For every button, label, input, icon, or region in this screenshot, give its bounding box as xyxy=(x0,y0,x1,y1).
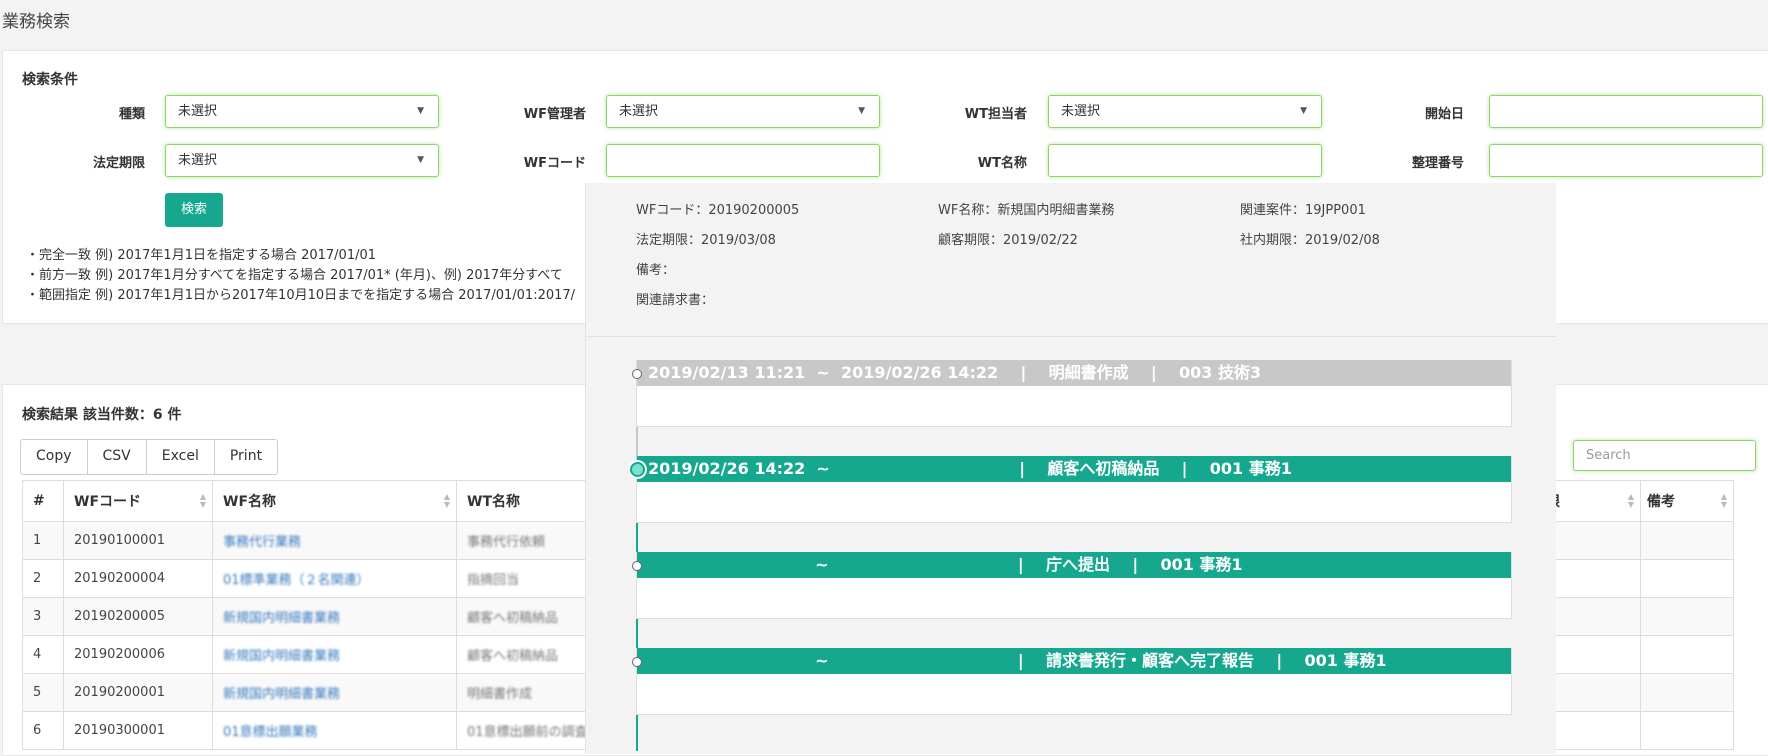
popup-related-invoice: 関連請求書： xyxy=(636,293,715,308)
wf-name-link[interactable]: 新規国内明細書業務 xyxy=(223,687,340,702)
timeline-item-header: ~ | 請求書発行・顧客へ完了報告 | 001 事務1 xyxy=(637,648,1511,674)
timeline-item-header: ~ | 庁へ提出 | 001 事務1 xyxy=(637,552,1511,578)
wf-name-link[interactable]: 事務代行業務 xyxy=(223,535,301,550)
table-search-input[interactable]: Search xyxy=(1573,440,1756,471)
popup-related-case: 関連案件：19JPP001 xyxy=(1240,203,1366,218)
page-title: 業務検索 xyxy=(2,12,70,32)
wf-name-link[interactable]: 新規国内明細書業務 xyxy=(223,649,340,664)
col-header-remarks[interactable]: 備考 ▲ ▼ xyxy=(1640,480,1734,522)
hint-exact: ・完全一致 例) 2017年1月1日を指定する場合 2017/01/01 xyxy=(26,248,377,263)
popup-wf-code: WFコード：20190200005 xyxy=(636,203,800,218)
table-row[interactable]: 6 20190300001 01意標出願業務 01意標出願前の調査 xyxy=(22,711,618,750)
table-row[interactable]: 5 20190200001 新規国内明細書業務 明細書作成 xyxy=(22,673,618,712)
table-row[interactable]: 1 20190100001 事務代行業務 事務代行依頼 xyxy=(22,521,618,560)
timeline-item[interactable]: ~ | 請求書発行・顧客へ完了報告 | 001 事務1 xyxy=(632,648,1512,715)
wf-name-link[interactable]: 01意標出願業務 xyxy=(223,725,318,740)
results-title: 検索結果 該当件数：6 件 xyxy=(22,407,182,423)
search-button[interactable]: 検索 xyxy=(165,193,223,227)
csv-button[interactable]: CSV xyxy=(88,440,147,474)
table-row xyxy=(1525,597,1734,636)
table-row xyxy=(1525,521,1734,560)
sort-icon: ▲ ▼ xyxy=(199,492,206,509)
popup-internal-deadline: 社内期限：2019/02/08 xyxy=(1240,233,1380,248)
sort-icon: ▲ ▼ xyxy=(1627,492,1634,509)
table-row xyxy=(1525,635,1734,674)
table-row xyxy=(1525,711,1734,750)
copy-button[interactable]: Copy xyxy=(21,440,88,474)
ref-number-label: 整理番号 xyxy=(1411,156,1464,171)
wt-assignee-label: WT担当者 xyxy=(964,107,1027,122)
timeline-active-dot-icon xyxy=(630,462,645,477)
divider xyxy=(586,336,1556,337)
timeline-dot-icon xyxy=(632,657,642,667)
timeline-item-header: 2019/02/26 14:22 ~ | 顧客へ初稿納品 | 001 事務1 xyxy=(637,456,1511,482)
sort-icon: ▲ ▼ xyxy=(1720,492,1727,509)
col-header-wf-name[interactable]: WF名称 ▲ ▼ xyxy=(212,480,457,522)
timeline-item-header: 2019/02/13 11:21 ~ 2019/02/26 14:22 | 明細… xyxy=(637,360,1511,386)
timeline-dot-icon xyxy=(632,561,642,571)
col-header-no[interactable]: # xyxy=(22,480,64,522)
ref-number-input[interactable] xyxy=(1489,144,1763,177)
type-select[interactable]: 未選択 ▼ xyxy=(165,95,439,128)
hint-prefix: ・前方一致 例) 2017年1月分すべてを指定する場合 2017/01* (年月… xyxy=(26,268,563,283)
wf-name-link[interactable]: 新規国内明細書業務 xyxy=(223,611,340,626)
table-row xyxy=(1525,673,1734,712)
dropdown-arrow-icon: ▼ xyxy=(417,106,424,116)
start-date-input[interactable] xyxy=(1489,95,1763,128)
wf-manager-label: WF管理者 xyxy=(523,107,586,122)
dropdown-arrow-icon: ▼ xyxy=(417,155,424,165)
popup-customer-deadline: 顧客期限：2019/02/22 xyxy=(938,233,1078,248)
wf-code-label: WFコード xyxy=(523,156,586,171)
hint-range: ・範囲指定 例) 2017年1月1日から2017年10月10日までを指定する場合… xyxy=(26,288,576,303)
excel-button[interactable]: Excel xyxy=(147,440,215,474)
dropdown-arrow-icon: ▼ xyxy=(1300,106,1307,116)
wf-code-input[interactable] xyxy=(606,144,880,177)
dropdown-arrow-icon: ▼ xyxy=(858,106,865,116)
results-table-right-columns: 期限▲▼ 備考▲▼ xyxy=(1525,480,1734,750)
legal-deadline-select[interactable]: 未選択 ▼ xyxy=(165,144,439,177)
table-row xyxy=(1525,559,1734,598)
table-row[interactable]: 2 20190200004 01標準業務（２名関連） 指摘回当 xyxy=(22,559,618,598)
timeline-dot-icon xyxy=(632,369,642,379)
wt-name-input[interactable] xyxy=(1048,144,1322,177)
wt-assignee-select[interactable]: 未選択 ▼ xyxy=(1048,95,1322,128)
table-row[interactable]: 4 20190200006 新規国内明細書業務 顧客へ初稿納品 xyxy=(22,635,618,674)
timeline-item[interactable]: ~ | 庁へ提出 | 001 事務1 xyxy=(632,552,1512,619)
col-header-wf-code[interactable]: WFコード ▲ ▼ xyxy=(63,480,213,522)
wf-manager-select[interactable]: 未選択 ▼ xyxy=(606,95,880,128)
wf-name-link[interactable]: 01標準業務（２名関連） xyxy=(223,573,370,588)
print-button[interactable]: Print xyxy=(215,440,277,474)
popup-legal-deadline: 法定期限：2019/03/08 xyxy=(636,233,776,248)
search-conditions-title: 検索条件 xyxy=(22,72,78,88)
start-date-label: 開始日 xyxy=(1424,107,1464,122)
table-header-row: # WFコード ▲ ▼ WF名称 ▲ ▼ WT名称 xyxy=(22,480,618,522)
workflow-detail-popup: WFコード：20190200005 WF名称：新規国内明細書業務 関連案件：19… xyxy=(585,183,1556,754)
popup-wf-name: WF名称：新規国内明細書業務 xyxy=(938,203,1115,218)
timeline-item[interactable]: 2019/02/26 14:22 ~ | 顧客へ初稿納品 | 001 事務1 xyxy=(630,456,1512,523)
export-button-group: Copy CSV Excel Print xyxy=(20,439,279,475)
legal-deadline-label: 法定期限 xyxy=(92,156,145,171)
table-row[interactable]: 3 20190200005 新規国内明細書業務 顧客へ初稿納品 xyxy=(22,597,618,636)
timeline-item[interactable]: 2019/02/13 11:21 ~ 2019/02/26 14:22 | 明細… xyxy=(632,360,1512,427)
sort-icon: ▲ ▼ xyxy=(443,492,450,509)
results-table: # WFコード ▲ ▼ WF名称 ▲ ▼ WT名称 1 20190100001 事務代行業務… xyxy=(22,480,618,750)
type-label: 種類 xyxy=(118,107,145,122)
wt-name-label: WT名称 xyxy=(977,156,1027,171)
popup-note: 備考： xyxy=(636,263,676,278)
